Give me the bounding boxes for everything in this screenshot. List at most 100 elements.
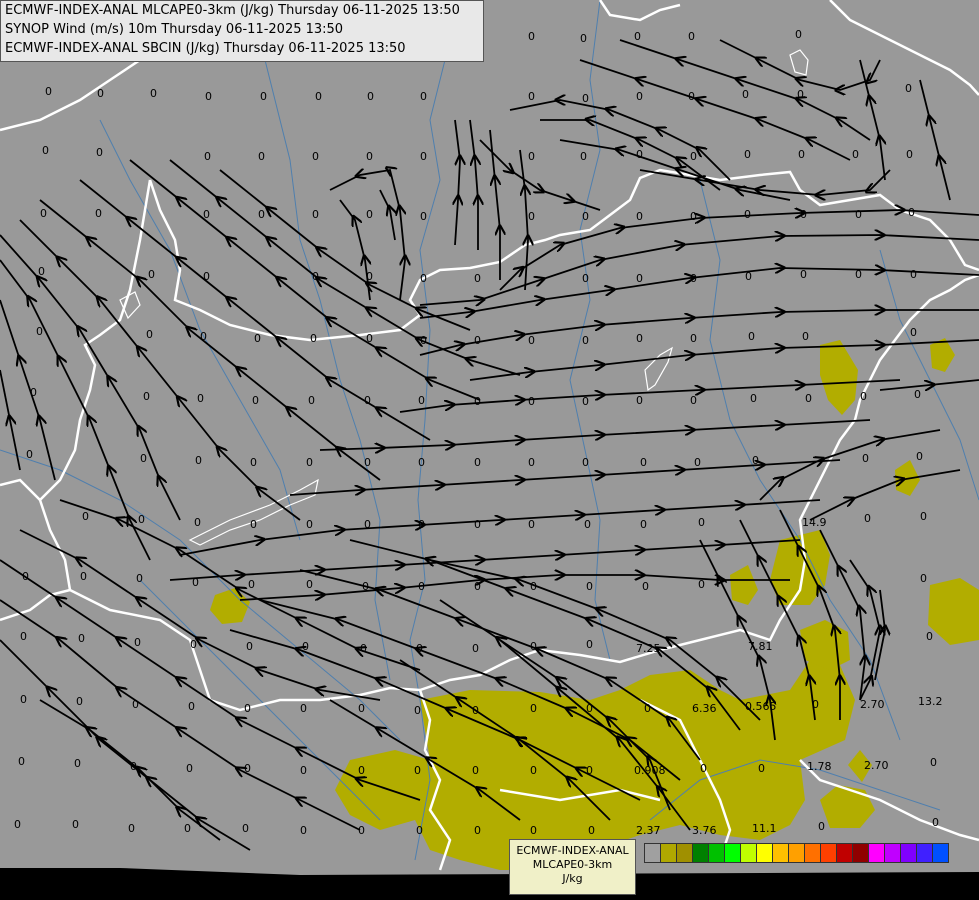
svg-text:0: 0 (528, 90, 535, 103)
svg-text:0: 0 (472, 704, 479, 717)
svg-text:0: 0 (244, 702, 251, 715)
svg-text:0: 0 (74, 757, 81, 770)
svg-text:0: 0 (474, 395, 481, 408)
svg-text:0: 0 (752, 454, 759, 467)
legend-tick: 250 (906, 874, 928, 887)
svg-text:0: 0 (584, 518, 591, 531)
legend-swatch (772, 843, 789, 863)
svg-text:0: 0 (418, 394, 425, 407)
svg-text:0: 0 (248, 578, 255, 591)
svg-text:0: 0 (300, 702, 307, 715)
legend-tick: 400 (938, 874, 960, 887)
svg-text:0: 0 (420, 90, 427, 103)
svg-text:0: 0 (640, 456, 647, 469)
svg-text:0: 0 (758, 762, 765, 775)
svg-text:0: 0 (36, 325, 43, 338)
legend-swatch (820, 843, 837, 863)
svg-text:0: 0 (140, 452, 147, 465)
cin-label: 3.76 (692, 824, 717, 837)
svg-text:0: 0 (45, 85, 52, 98)
svg-text:0: 0 (906, 148, 913, 161)
svg-text:0: 0 (414, 764, 421, 777)
svg-text:0: 0 (588, 824, 595, 837)
cin-label: 6.36 (692, 702, 717, 715)
svg-text:0: 0 (926, 630, 933, 643)
svg-text:0: 0 (744, 148, 751, 161)
svg-text:0: 0 (742, 88, 749, 101)
cin-label: 0.565 (745, 700, 777, 713)
svg-text:0: 0 (26, 448, 33, 461)
svg-text:0: 0 (362, 580, 369, 593)
svg-text:0: 0 (138, 513, 145, 526)
legend-swatch (868, 843, 885, 863)
svg-text:0: 0 (30, 386, 37, 399)
svg-text:0: 0 (530, 580, 537, 593)
svg-text:0: 0 (20, 630, 27, 643)
svg-text:0: 0 (42, 144, 49, 157)
svg-text:0: 0 (252, 394, 259, 407)
svg-text:0: 0 (366, 208, 373, 221)
svg-text:0: 0 (97, 87, 104, 100)
svg-text:0: 0 (14, 818, 21, 831)
svg-text:0: 0 (474, 824, 481, 837)
svg-text:0: 0 (582, 395, 589, 408)
svg-text:0: 0 (246, 640, 253, 653)
legend-swatch (708, 843, 725, 863)
svg-text:0: 0 (82, 510, 89, 523)
svg-text:0: 0 (530, 640, 537, 653)
cin-label: 14.9 (802, 516, 827, 529)
svg-text:0: 0 (40, 207, 47, 220)
svg-text:0: 0 (748, 330, 755, 343)
svg-text:0: 0 (528, 150, 535, 163)
weather-map: 0 0 0 0 0 0 0 0 0 0 0 0 0 0 0 0 0 0 0 0 0 0 0 0 0 0 0 0 0 0 0 0… (0, 0, 979, 900)
svg-text:0: 0 (905, 82, 912, 95)
svg-text:0: 0 (852, 148, 859, 161)
svg-text:0: 0 (800, 268, 807, 281)
svg-text:0: 0 (472, 642, 479, 655)
svg-text:0: 0 (194, 516, 201, 529)
svg-text:0: 0 (636, 210, 643, 223)
legend-tick: 120 (842, 874, 864, 887)
legend-tick: 12 (686, 874, 700, 887)
svg-text:0: 0 (855, 268, 862, 281)
svg-text:0: 0 (636, 148, 643, 161)
svg-text:0: 0 (797, 88, 804, 101)
legend-swatch (644, 843, 661, 863)
svg-text:0: 0 (698, 516, 705, 529)
svg-text:0: 0 (186, 762, 193, 775)
svg-text:0: 0 (420, 272, 427, 285)
svg-text:0: 0 (418, 456, 425, 469)
svg-text:0: 0 (358, 824, 365, 837)
svg-text:0: 0 (528, 456, 535, 469)
svg-text:0: 0 (818, 820, 825, 833)
svg-text:0: 0 (916, 450, 923, 463)
svg-text:0: 0 (690, 272, 697, 285)
legend-swatch (740, 843, 757, 863)
svg-text:0: 0 (688, 90, 695, 103)
svg-text:0: 0 (586, 638, 593, 651)
legend-swatch (804, 843, 821, 863)
svg-text:0: 0 (932, 816, 939, 829)
svg-text:0: 0 (360, 642, 367, 655)
svg-text:0: 0 (582, 456, 589, 469)
legend-tick: 50 (751, 874, 765, 887)
svg-text:0: 0 (694, 456, 701, 469)
svg-text:0: 0 (148, 268, 155, 281)
cin-label: 0.908 (634, 764, 666, 777)
legend-swatch (900, 843, 917, 863)
svg-text:0: 0 (745, 270, 752, 283)
svg-text:0: 0 (184, 822, 191, 835)
svg-text:0: 0 (38, 265, 45, 278)
svg-text:0: 0 (364, 394, 371, 407)
svg-text:0: 0 (128, 822, 135, 835)
legend-swatch (692, 843, 709, 863)
svg-text:0: 0 (644, 702, 651, 715)
svg-text:0: 0 (416, 642, 423, 655)
svg-text:0: 0 (146, 328, 153, 341)
svg-text:0: 0 (306, 456, 313, 469)
cin-label: 11.1 (752, 822, 777, 835)
svg-text:0: 0 (258, 150, 265, 163)
svg-text:0: 0 (690, 394, 697, 407)
svg-text:0: 0 (530, 702, 537, 715)
svg-text:0: 0 (805, 392, 812, 405)
